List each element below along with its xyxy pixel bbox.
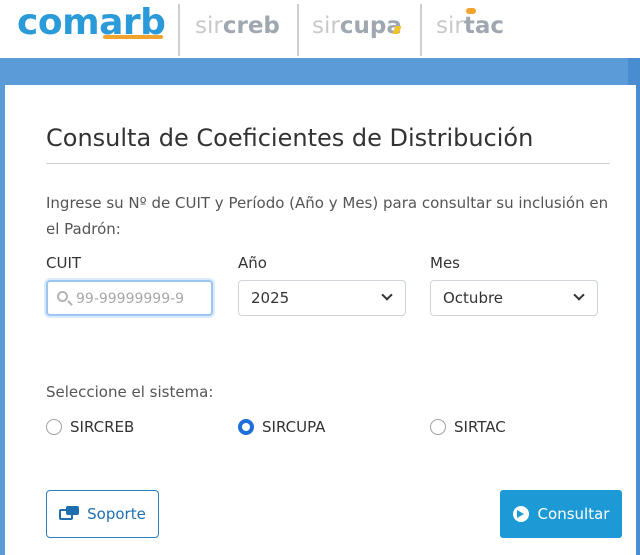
radio-label-sircupa: SIRCUPA: [262, 418, 326, 436]
cuit-input[interactable]: [76, 288, 208, 310]
logo-divider: [420, 4, 422, 56]
anio-select[interactable]: 2025: [238, 280, 406, 316]
cuit-field[interactable]: [46, 280, 213, 316]
cuit-label: CUIT: [46, 254, 82, 272]
soporte-button[interactable]: Soporte: [46, 490, 159, 538]
sirtac-logo-part1: sir: [436, 13, 464, 39]
sircreb-logo[interactable]: sircreb: [195, 13, 280, 39]
form-description: Ingrese su Nº de CUIT y Período (Año y M…: [46, 194, 609, 238]
sircupa-logo[interactable]: sircupa: [312, 13, 402, 39]
mes-label: Mes: [430, 254, 460, 272]
sircreb-logo-part2: creb: [222, 13, 280, 39]
mes-selected-value: Octubre: [443, 289, 504, 307]
logo-divider: [297, 4, 299, 56]
site-header: comarb sircreb sircupa sirtac: [0, 0, 640, 58]
title-divider: [46, 163, 610, 164]
search-icon: [57, 291, 68, 302]
radio-option-sirtac[interactable]: SIRTAC: [430, 416, 506, 438]
comarb-logo[interactable]: comarb: [17, 2, 166, 43]
form-card: [5, 85, 636, 555]
mes-select[interactable]: Octubre: [430, 280, 598, 316]
radio-option-sircupa[interactable]: SIRCUPA: [238, 416, 325, 438]
anio-selected-value: 2025: [251, 289, 290, 307]
arrow-right-circle-icon: [512, 506, 529, 522]
sircupa-logo-part2: cupa: [339, 13, 402, 39]
radio-label-sircreb: SIRCREB: [70, 418, 135, 436]
soporte-button-label: Soporte: [87, 505, 146, 523]
consultar-button[interactable]: Consultar: [500, 490, 622, 538]
sirtac-logo-part2: tac: [463, 13, 504, 39]
radio-button-sirtac[interactable]: [430, 419, 446, 435]
comarb-logo-part1: com: [17, 2, 100, 43]
consultar-button-label: Consultar: [537, 505, 610, 523]
sistema-label: Seleccione el sistema:: [46, 383, 214, 401]
page-title: Consulta de Coeficientes de Distribución: [46, 124, 534, 152]
chevron-down-icon: [573, 289, 585, 301]
support-icon: [59, 506, 80, 522]
radio-button-sircupa[interactable]: [238, 419, 254, 435]
sircreb-logo-part1: sir: [195, 13, 223, 39]
radio-option-sircreb[interactable]: SIRCREB: [46, 416, 134, 438]
sirtac-logo[interactable]: sirtac: [436, 13, 504, 39]
anio-label: Año: [238, 254, 267, 272]
sirtac-logo-mark: [466, 8, 476, 14]
comarb-logo-part2: arb: [99, 2, 166, 43]
chevron-down-icon: [381, 289, 393, 301]
radio-label-sirtac: SIRTAC: [454, 418, 506, 436]
sircupa-logo-part1: sir: [312, 13, 340, 39]
radio-button-sircreb[interactable]: [46, 419, 62, 435]
logo-divider: [178, 4, 180, 56]
